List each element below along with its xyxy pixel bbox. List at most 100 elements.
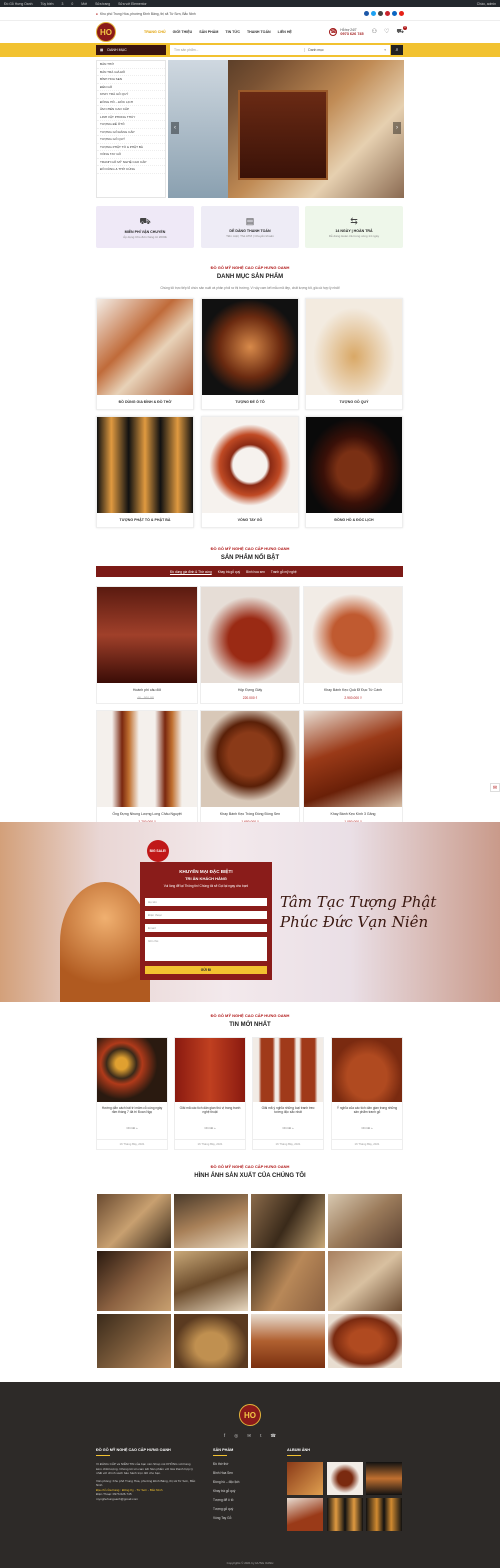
footer-product-link[interactable]: Khay trà gỗ quý xyxy=(213,1489,273,1493)
nav-news[interactable]: TIN TỨC xyxy=(225,30,240,34)
album-image[interactable] xyxy=(366,1498,402,1531)
album-image[interactable] xyxy=(327,1462,363,1495)
category-card[interactable]: ĐỒNG HỒ & ĐỐC LỊCH xyxy=(305,416,403,528)
gallery-image[interactable] xyxy=(327,1250,403,1312)
phone-field[interactable]: Điện thoại xyxy=(145,911,267,919)
nav-payment[interactable]: THANH TOÁN xyxy=(247,30,271,34)
email-field[interactable]: Email xyxy=(145,924,267,932)
nav-about[interactable]: GIỚI THIỆU xyxy=(173,30,193,34)
footer-product-link[interactable]: Bình Hoa Sen xyxy=(213,1471,273,1475)
news-card[interactable]: Giải mã các tích dân gian thú vị trong t… xyxy=(174,1037,246,1150)
search-input[interactable]: Tìm sản phẩm... Danh mục ▾ xyxy=(170,45,390,55)
product-card[interactable]: Khay Bánh Kẹo Quả Đỉ Đục Tứ Cánh 2.900.0… xyxy=(303,586,403,704)
nav-contact[interactable]: LIÊN HỆ xyxy=(278,30,292,34)
news-more-link[interactable]: Chi tiết » xyxy=(175,1126,245,1130)
product-card[interactable]: Hộp Đựng Giấy 220.000 ₫ xyxy=(200,586,300,704)
pinterest-icon[interactable] xyxy=(385,11,390,16)
category-item[interactable]: ÂM CHÉN CAO CẤP xyxy=(97,106,165,114)
twitter-icon[interactable] xyxy=(371,11,376,16)
product-card[interactable]: Khay Bánh Kẹo Kính 3 Găng 1.050.000 ₫ xyxy=(303,710,403,828)
category-menu-button[interactable]: ▦ DANH MỤC xyxy=(96,45,166,55)
news-card[interactable]: Giải mã ý nghĩa những loại tranh treo tư… xyxy=(252,1037,324,1150)
category-item[interactable]: VÒNG TAY GỖ xyxy=(97,151,165,159)
gallery-image[interactable] xyxy=(173,1193,249,1249)
nav-products[interactable]: SẢN PHẨM xyxy=(199,30,218,34)
footer-product-link[interactable]: Tượng gỗ quý xyxy=(213,1507,273,1511)
gallery-image[interactable] xyxy=(327,1193,403,1249)
footer-product-link[interactable]: Tượng để ô tô xyxy=(213,1498,273,1502)
linkedin-icon[interactable] xyxy=(392,11,397,16)
album-image[interactable] xyxy=(327,1498,363,1531)
twitter-icon[interactable]: t xyxy=(260,1433,261,1439)
news-card[interactable]: Ý nghĩa của các tích dân gian trong nhữn… xyxy=(331,1037,403,1150)
category-item[interactable]: BÀN THỜ xyxy=(97,61,165,69)
admin-comments-count[interactable]: 0 xyxy=(71,2,73,6)
category-card[interactable]: TƯỢNG GỖ QUÝ xyxy=(305,298,403,410)
gallery-image[interactable] xyxy=(96,1250,172,1312)
user-icon[interactable]: ⚇ xyxy=(372,28,377,36)
site-logo[interactable]: HO xyxy=(96,22,116,42)
category-item[interactable]: BÁN TRÀ GIÁ ĐỖ xyxy=(97,69,165,76)
note-field[interactable]: Ghi chú xyxy=(145,937,267,961)
nav-home[interactable]: TRANG CHỦ xyxy=(144,30,166,34)
album-image[interactable] xyxy=(366,1462,402,1495)
category-item[interactable]: ĐỒ DÙNG & THỜ CÚNG xyxy=(97,166,165,174)
gallery-image[interactable] xyxy=(250,1193,326,1249)
album-image[interactable] xyxy=(287,1462,323,1495)
instagram-icon[interactable]: ◎ xyxy=(234,1433,238,1439)
admin-user-greeting[interactable]: Chào, admin xyxy=(477,2,496,6)
search-button[interactable]: ⌕ xyxy=(391,45,403,55)
tab-wood-art[interactable]: Tranh gỗ mỹ nghệ xyxy=(271,570,297,574)
category-item[interactable]: TƯỢNG PHẬT TỔ & PHẬT BÀ xyxy=(97,144,165,151)
category-item[interactable]: TƯỢNG GỖ ĐĂNG CẤP xyxy=(97,129,165,136)
email-icon[interactable] xyxy=(378,11,383,16)
gallery-image[interactable] xyxy=(96,1193,172,1249)
cart-icon[interactable]: ⛟ 0 xyxy=(396,26,407,36)
category-item[interactable]: LINH VẬT PHONG THỦY xyxy=(97,114,165,121)
youtube-icon[interactable] xyxy=(399,11,404,16)
product-card[interactable]: Khay Bánh Kẹo Tròng Đồng Đồng Sen 1.650.… xyxy=(200,710,300,828)
hotline[interactable]: ☎ Hỗ trợ 24/7 0973 626 745 xyxy=(329,28,364,36)
category-item[interactable]: TRANH GỖ MỸ NGHỆ CAO CẤP xyxy=(97,159,165,166)
news-more-link[interactable]: Chi tiết » xyxy=(97,1126,167,1130)
album-image[interactable] xyxy=(287,1498,323,1531)
heart-icon[interactable]: ♡ xyxy=(384,28,389,36)
footer-product-link[interactable]: Đồ thờ thờ xyxy=(213,1462,273,1466)
category-item[interactable]: BÌNH HOA SEN xyxy=(97,76,165,84)
search-category-select[interactable]: Danh mục xyxy=(304,48,384,52)
category-item[interactable]: TƯỢNG GỖ QUÝ xyxy=(97,136,165,144)
submit-button[interactable]: GỬI ĐI xyxy=(145,966,267,974)
footer-product-link[interactable]: Đồng hồ – độc lịch xyxy=(213,1480,273,1484)
facebook-icon[interactable]: f xyxy=(224,1433,225,1439)
category-card[interactable]: ĐỒ DÙNG GIA ĐÌNH & ĐỒ THỜ xyxy=(96,298,194,410)
category-item[interactable]: KHAY TRÀ GỖ QUÝ xyxy=(97,91,165,99)
category-item[interactable]: ĐỒNG HỒ – ĐỒC LỊCH xyxy=(97,99,165,106)
admin-edit-page-link[interactable]: Sửa trang xyxy=(95,2,110,6)
category-item[interactable]: TƯỢNG ĐỂ ÔTÔ xyxy=(97,121,165,129)
news-more-link[interactable]: Chi tiết » xyxy=(253,1126,323,1130)
gallery-image[interactable] xyxy=(250,1250,326,1312)
category-card[interactable]: VÒNG TAY GỖ xyxy=(201,416,299,528)
facebook-icon[interactable] xyxy=(364,11,369,16)
gallery-image[interactable] xyxy=(96,1313,172,1369)
name-field[interactable]: Họ tên xyxy=(145,898,267,906)
footer-email[interactable]: mynghehungoanh@gmail.com xyxy=(96,1497,196,1502)
admin-elementor-link[interactable]: Sửa với Elementor xyxy=(118,2,146,6)
tab-household[interactable]: Đồ dùng gia đình & Thờ cúng xyxy=(170,570,212,574)
admin-site-link[interactable]: Đồ Gỗ Hưng Oanh xyxy=(4,2,32,6)
gallery-image[interactable] xyxy=(327,1313,403,1369)
gallery-image[interactable] xyxy=(173,1313,249,1369)
admin-customize-link[interactable]: Tùy biến xyxy=(40,2,53,6)
gallery-image[interactable] xyxy=(173,1250,249,1312)
slider-next-arrow[interactable]: › xyxy=(393,122,401,134)
floating-contact-button[interactable]: ✉ xyxy=(490,783,500,792)
phone-icon[interactable]: ☎ xyxy=(270,1433,276,1439)
email-icon[interactable]: ✉ xyxy=(247,1433,251,1439)
tab-lotus-vase[interactable]: Bình hoa sen xyxy=(246,570,265,574)
footer-product-link[interactable]: Vòng Tay Gỗ xyxy=(213,1516,273,1520)
hero-slider[interactable]: ‹ › xyxy=(168,60,404,198)
category-item[interactable]: ĐÈN GỖ xyxy=(97,84,165,91)
product-card[interactable]: Ống Đựng Nhung Lượng Long Châu Nguyệt 1.… xyxy=(96,710,198,828)
admin-updates-count[interactable]: 3 xyxy=(61,2,63,6)
news-card[interactable]: Hướng dẫn cách bài trí mâm cỗ cúng ngày … xyxy=(96,1037,168,1150)
